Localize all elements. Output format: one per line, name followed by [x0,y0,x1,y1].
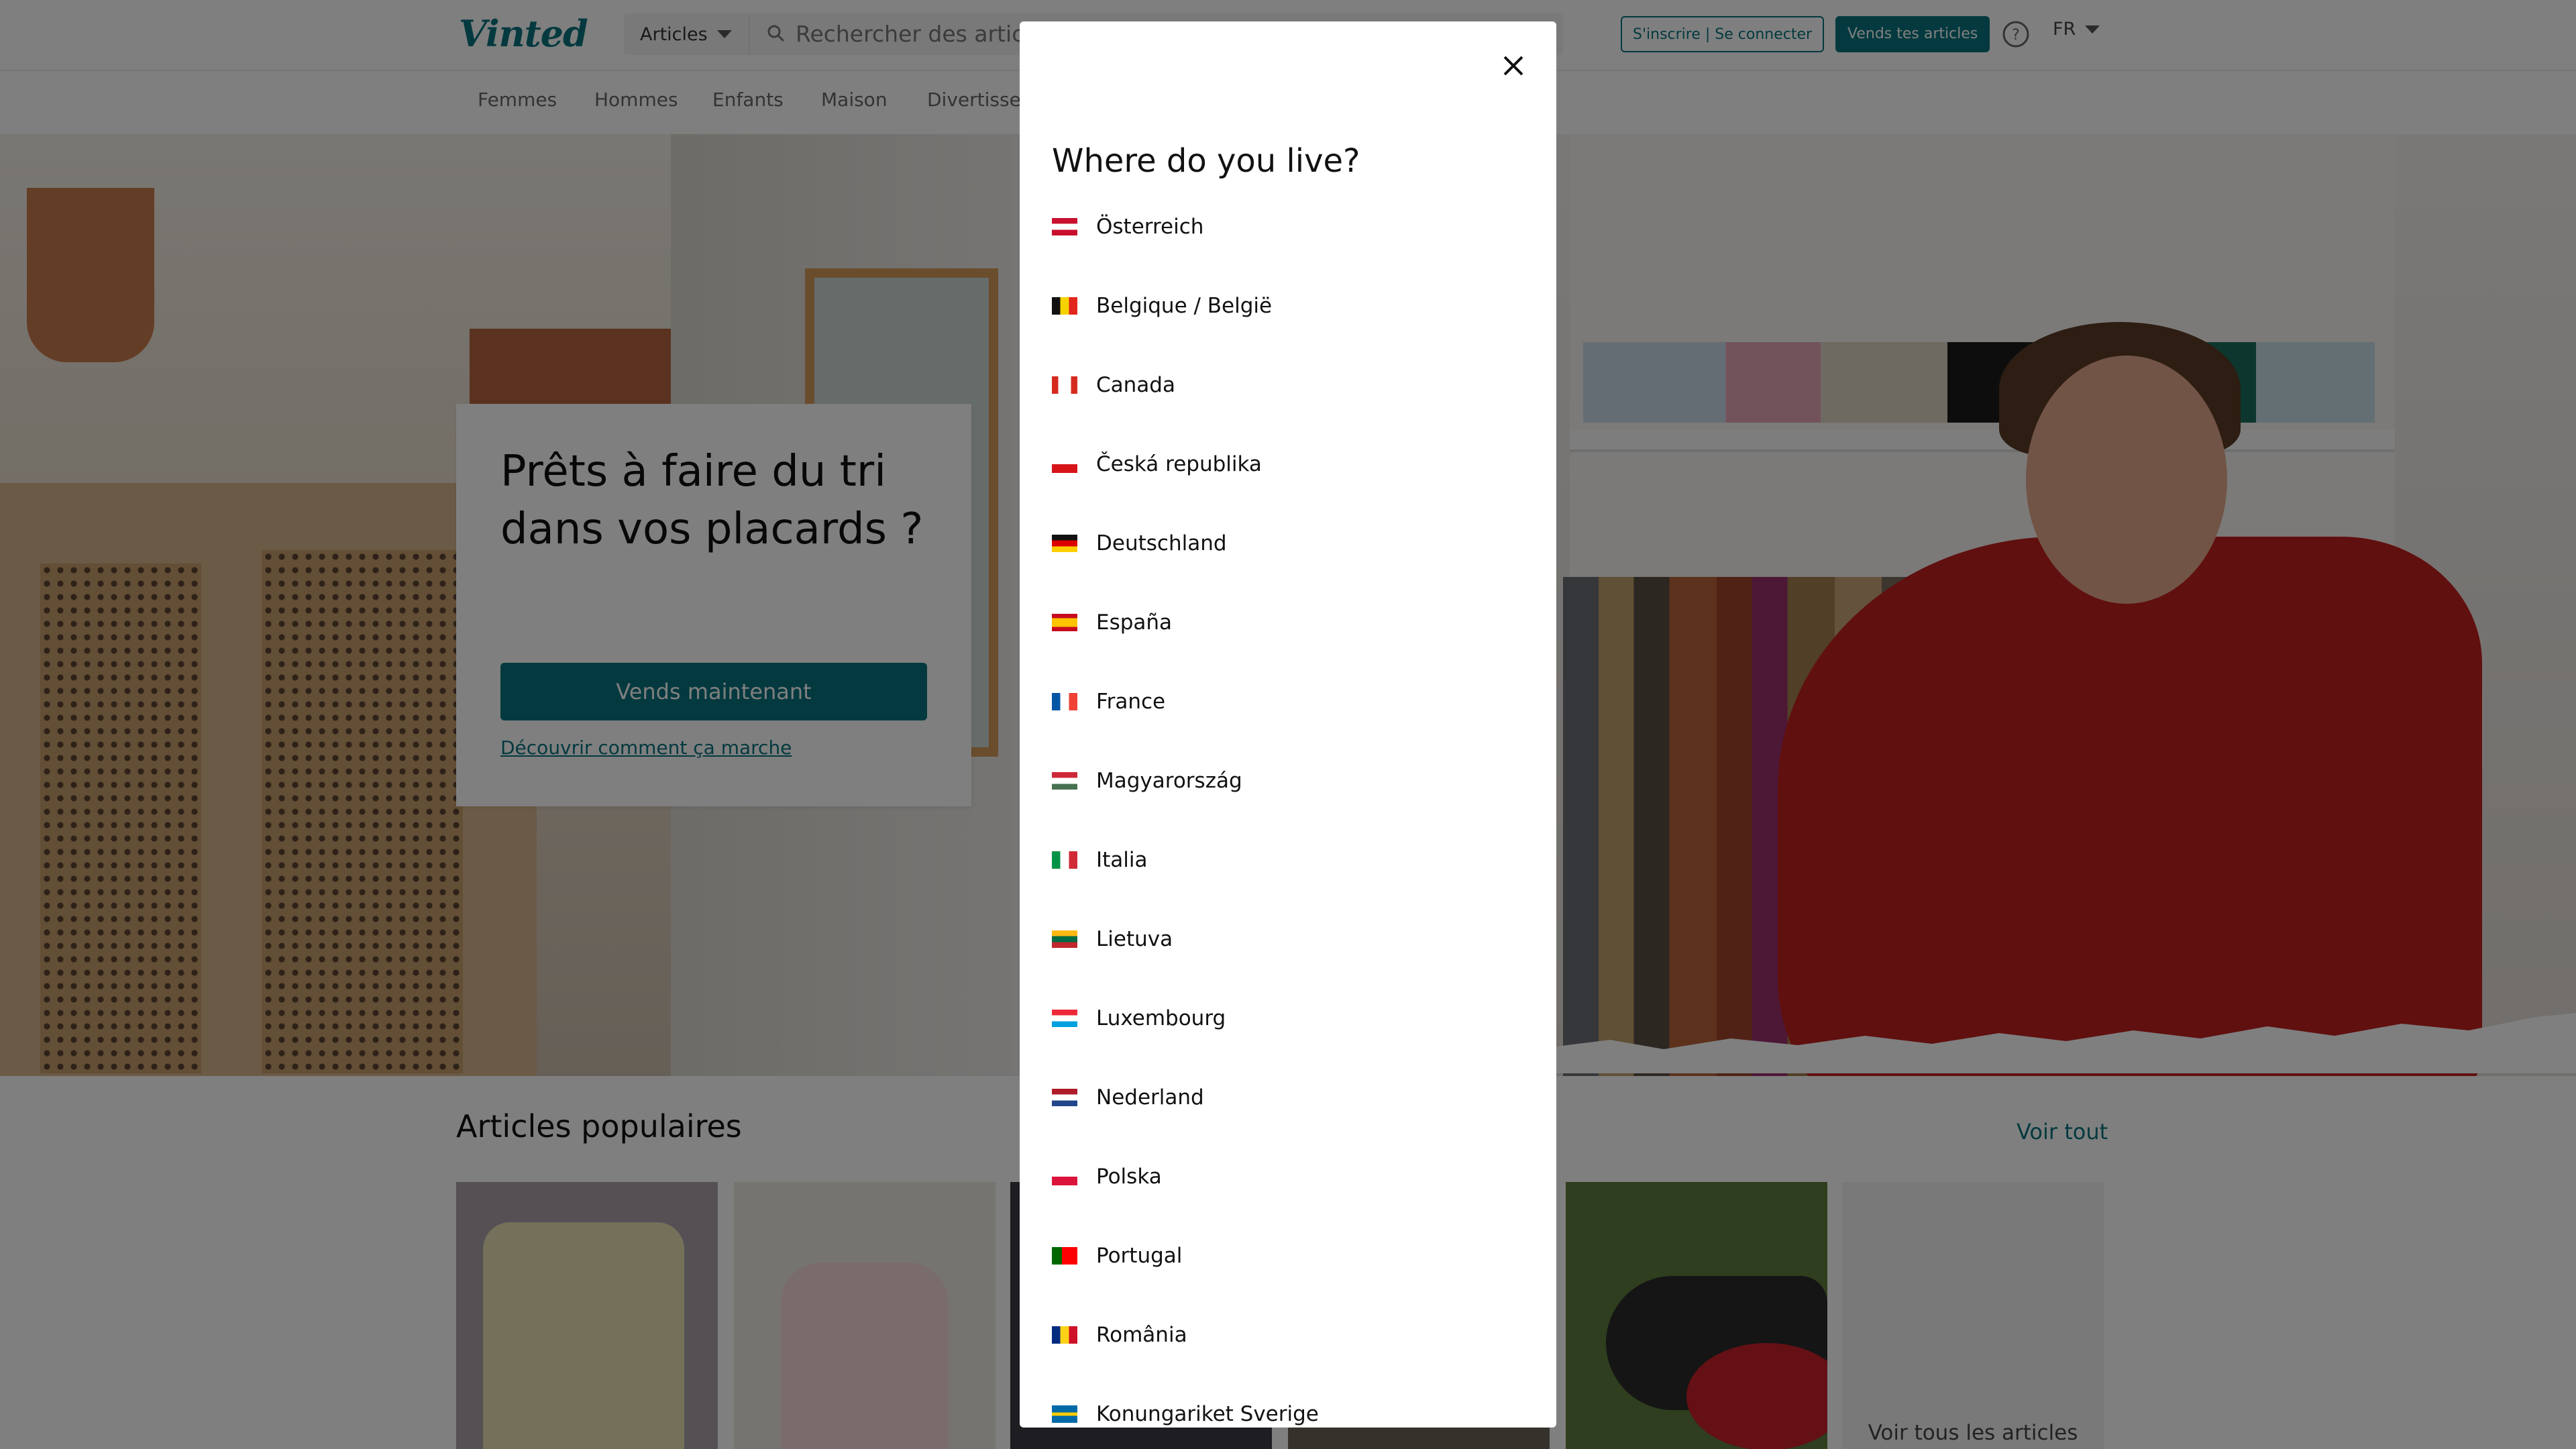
flag-be-icon [1052,297,1077,315]
flag-cz-icon [1052,455,1077,473]
country-label: Belgique / België [1096,294,1273,318]
country-label: Konungariket Sverige [1096,1402,1319,1426]
country-label: Nederland [1096,1085,1204,1110]
flag-lt-icon [1052,930,1077,948]
country-label: Magyarország [1096,769,1242,793]
country-label: France [1096,690,1166,714]
country-option-at[interactable]: Österreich [1052,200,1524,254]
flag-pl-icon [1052,1168,1077,1185]
country-label: Deutschland [1096,531,1227,555]
country-option-ca[interactable]: Canada [1052,358,1524,412]
country-option-nl[interactable]: Nederland [1052,1071,1524,1124]
country-label: Luxembourg [1096,1006,1226,1030]
flag-lu-icon [1052,1010,1077,1027]
country-option-cz[interactable]: Česká republika [1052,437,1524,491]
country-label: România [1096,1323,1187,1347]
country-option-de[interactable]: Deutschland [1052,517,1524,570]
flag-at-icon [1052,218,1077,235]
country-option-lu[interactable]: Luxembourg [1052,991,1524,1045]
flag-fr-icon [1052,693,1077,710]
flag-it-icon [1052,851,1077,869]
country-option-be[interactable]: Belgique / België [1052,279,1524,333]
modal-title: Where do you live? [1052,142,1360,180]
country-select-modal: Where do you live? Österreich Belgique / … [1020,21,1556,1428]
country-option-pt[interactable]: Portugal [1052,1229,1524,1283]
flag-ca-icon [1052,376,1077,394]
country-label: Lietuva [1096,927,1173,951]
country-option-se[interactable]: Konungariket Sverige [1052,1387,1524,1428]
country-label: Italia [1096,848,1148,872]
country-option-it[interactable]: Italia [1052,833,1524,887]
country-option-fr[interactable]: France [1052,675,1524,729]
country-label: Polska [1096,1165,1162,1189]
country-option-ro[interactable]: România [1052,1308,1524,1362]
flag-se-icon [1052,1405,1077,1423]
flag-nl-icon [1052,1089,1077,1106]
country-label: Česká republika [1096,452,1262,476]
country-label: Canada [1096,373,1175,397]
flag-de-icon [1052,535,1077,552]
flag-ro-icon [1052,1326,1077,1344]
flag-es-icon [1052,614,1077,631]
country-option-pl[interactable]: Polska [1052,1150,1524,1203]
close-icon[interactable] [1493,46,1534,86]
country-option-hu[interactable]: Magyarország [1052,754,1524,808]
country-label: España [1096,610,1173,635]
country-option-lt[interactable]: Lietuva [1052,912,1524,966]
country-label: Portugal [1096,1244,1183,1268]
country-option-es[interactable]: España [1052,596,1524,649]
flag-pt-icon [1052,1247,1077,1265]
country-label: Österreich [1096,215,1204,239]
flag-hu-icon [1052,772,1077,790]
